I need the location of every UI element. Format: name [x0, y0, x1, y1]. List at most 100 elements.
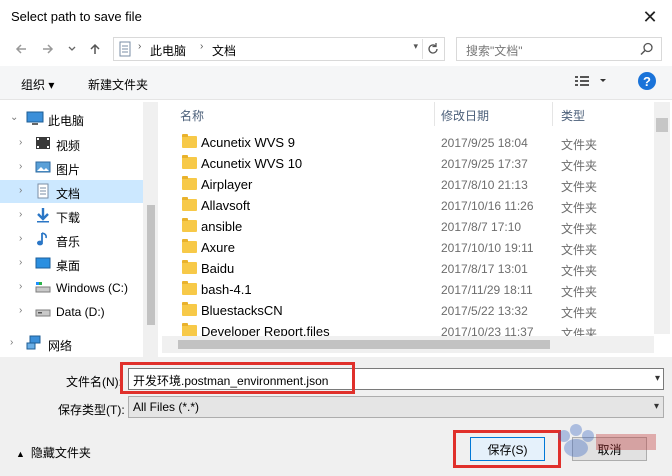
folder-icon — [182, 155, 197, 169]
column-header-date[interactable]: 修改日期 — [433, 102, 553, 126]
search-input[interactable]: 搜索"文档" — [456, 37, 662, 61]
file-date: 2017/10/16 11:26 — [441, 199, 534, 213]
folder-icon — [182, 176, 197, 190]
sidebar-item-label: 音乐 — [56, 235, 81, 249]
sidebar-item-downloads[interactable]: › 下载 — [0, 204, 143, 227]
file-name: Acunetix WVS 10 — [201, 156, 303, 171]
file-row[interactable]: BluestacksCN 2017/5/22 13:32 文件夹 — [162, 301, 652, 322]
file-row[interactable]: Airplayer 2017/8/10 21:13 文件夹 — [162, 175, 652, 196]
music-folder-icon — [35, 231, 51, 247]
vertical-scrollbar-thumb[interactable] — [656, 118, 668, 132]
column-header-name[interactable]: 名称 — [172, 102, 435, 126]
chevron-right-icon[interactable]: › — [19, 161, 22, 172]
chevron-down-icon[interactable] — [62, 39, 82, 59]
file-name: BluestacksCN — [201, 303, 283, 318]
refresh-icon[interactable] — [422, 39, 442, 59]
new-folder-button[interactable]: 新建文件夹 — [88, 76, 148, 93]
chevron-up-icon: ▲ — [16, 449, 25, 459]
folder-icon — [182, 281, 197, 295]
file-type: 文件夹 — [561, 243, 598, 257]
sidebar-item-pictures[interactable]: › 图片 — [0, 156, 143, 179]
file-type: 文件夹 — [561, 264, 598, 278]
sidebar-item-label: 桌面 — [56, 259, 81, 273]
forward-arrow-icon[interactable] — [38, 39, 58, 59]
folder-icon — [182, 302, 197, 316]
file-type: 文件夹 — [561, 180, 598, 194]
file-name: bash-4.1 — [201, 282, 252, 297]
folder-icon — [182, 260, 197, 274]
chevron-right-icon[interactable]: › — [19, 281, 22, 292]
chevron-right-icon[interactable]: › — [19, 209, 22, 220]
file-type: 文件夹 — [561, 285, 598, 299]
sidebar-item-label: 此电脑 — [48, 114, 85, 128]
file-row[interactable]: Baidu 2017/8/17 13:01 文件夹 — [162, 259, 652, 280]
file-date: 2017/8/17 13:01 — [441, 262, 528, 276]
sidebar-item-desktop[interactable]: › 桌面 — [0, 252, 143, 275]
drive-c-icon — [35, 279, 51, 295]
sidebar-item-documents[interactable]: › 文档 — [0, 180, 143, 203]
video-folder-icon — [35, 135, 51, 151]
sidebar-item-network[interactable]: › 网络 — [0, 332, 143, 355]
sidebar-item-drive-d[interactable]: › Data (D:) — [0, 300, 143, 323]
search-icon[interactable] — [639, 41, 655, 57]
chevron-down-icon[interactable]: ▾ — [654, 401, 659, 412]
filetype-label: 保存类型(T): — [58, 403, 125, 417]
breadcrumb-separator-icon: › — [138, 41, 142, 52]
file-list-vertical-scrollbar[interactable] — [654, 102, 670, 334]
help-icon[interactable]: ? — [638, 72, 656, 90]
sidebar-item-label: Windows (C:) — [56, 281, 129, 295]
pictures-folder-icon — [35, 159, 51, 175]
file-date: 2017/8/7 17:10 — [441, 220, 522, 234]
command-toolbar: 组织 ▾ 新建文件夹 — [0, 66, 672, 100]
sidebar-item-videos[interactable]: › 视频 — [0, 132, 143, 155]
column-header-type[interactable]: 类型 — [553, 102, 655, 126]
horizontal-scrollbar-thumb[interactable] — [178, 340, 550, 349]
address-history-chevron-icon[interactable]: ▾ — [413, 41, 418, 52]
breadcrumb-this-pc[interactable]: 此电脑 — [150, 42, 186, 59]
filetype-select[interactable]: All Files (*.*) ▾ — [128, 396, 664, 418]
file-name: ansible — [201, 219, 243, 234]
file-name: Acunetix WVS 9 — [201, 135, 295, 150]
file-row[interactable]: Acunetix WVS 10 2017/9/25 17:37 文件夹 — [162, 154, 652, 175]
chevron-right-icon[interactable]: › — [10, 337, 13, 348]
sidebar-item-this-pc[interactable]: ⌄ 此电脑 — [0, 107, 143, 130]
close-button[interactable]: ✕ — [634, 3, 666, 31]
chevron-right-icon[interactable]: › — [19, 137, 22, 148]
address-bar[interactable]: › 此电脑 › 文档 ▾ — [113, 37, 445, 61]
chevron-down-icon[interactable]: ▾ — [655, 373, 660, 384]
sidebar-scrollbar-thumb[interactable] — [147, 205, 155, 325]
file-date: 2017/10/10 19:11 — [441, 241, 534, 255]
file-row[interactable]: ansible 2017/8/7 17:10 文件夹 — [162, 217, 652, 238]
desktop-folder-icon — [35, 255, 51, 271]
sidebar-item-label: Data (D:) — [56, 305, 105, 319]
file-row[interactable]: Axure 2017/10/10 19:11 文件夹 — [162, 238, 652, 259]
file-row[interactable]: Acunetix WVS 9 2017/9/25 18:04 文件夹 — [162, 133, 652, 154]
chevron-right-icon[interactable]: › — [19, 233, 22, 244]
file-date: 2017/9/25 17:37 — [441, 157, 528, 171]
organize-menu[interactable]: 组织 ▾ — [21, 76, 54, 93]
file-row[interactable]: Allavsoft 2017/10/16 11:26 文件夹 — [162, 196, 652, 217]
network-icon — [26, 335, 42, 351]
file-row[interactable]: bash-4.1 2017/11/29 18:11 文件夹 — [162, 280, 652, 301]
sidebar-item-drive-c[interactable]: › Windows (C:) — [0, 276, 143, 299]
hide-folders-label: 隐藏文件夹 — [30, 446, 91, 460]
chevron-right-icon[interactable]: › — [19, 185, 22, 196]
file-name: Allavsoft — [201, 198, 251, 213]
back-arrow-icon[interactable] — [11, 39, 31, 59]
search-placeholder: 搜索"文档" — [466, 44, 523, 58]
sidebar-item-label: 文档 — [56, 187, 81, 201]
folder-icon — [182, 239, 197, 253]
sidebar-item-music[interactable]: › 音乐 — [0, 228, 143, 251]
chevron-right-icon[interactable]: › — [19, 257, 22, 268]
hide-folders-toggle[interactable]: ▲ 隐藏文件夹 — [16, 444, 91, 461]
breadcrumb-documents[interactable]: 文档 — [212, 42, 236, 59]
sidebar-item-label: 图片 — [56, 163, 81, 177]
file-name: Baidu — [201, 261, 235, 276]
filetype-value: All Files (*.*) — [133, 400, 200, 414]
watermark-logo — [524, 416, 672, 476]
file-type: 文件夹 — [561, 201, 598, 215]
up-arrow-icon[interactable] — [85, 39, 105, 59]
chevron-down-icon[interactable]: ⌄ — [10, 112, 18, 123]
view-options-icon[interactable] — [574, 74, 608, 91]
chevron-right-icon[interactable]: › — [19, 305, 22, 316]
